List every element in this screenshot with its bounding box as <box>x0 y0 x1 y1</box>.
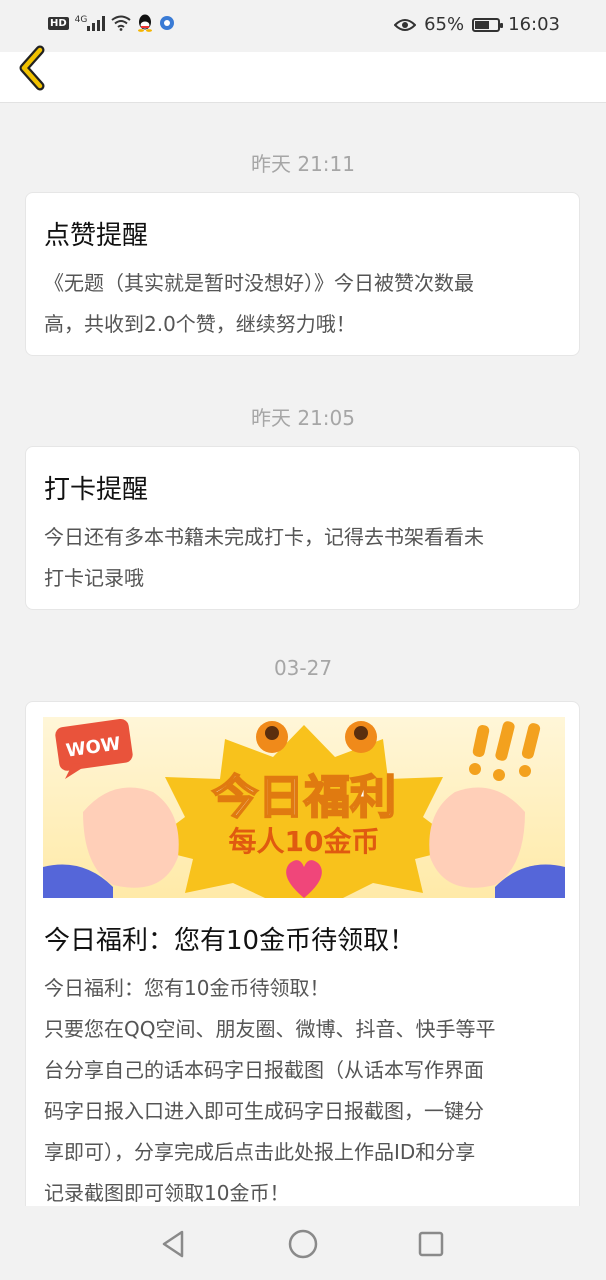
message-time: 昨天 21:11 <box>251 152 355 176</box>
chevron-left-icon[interactable] <box>14 44 50 92</box>
hd-icon: HD <box>48 16 69 30</box>
body-line: 享即可），分享完成后点击此处报上作品ID和分享 <box>44 1140 476 1164</box>
message-title: 打卡提醒 <box>44 475 149 505</box>
body-line: 只要您在QQ空间、朋友圈、微博、抖音、快手等平 <box>44 1017 496 1041</box>
body-line: 打卡记录哦 <box>44 566 144 590</box>
message-body: 《无题（其实就是暂时没想好）》今日被赞次数最 高，共收到2.0个赞，继续努力哦！ <box>44 263 561 345</box>
promo-banner[interactable]: WOW 今日福利 每人10金币 <box>43 717 565 898</box>
signal-type: 4G <box>74 15 88 25</box>
message-card-like-reminder[interactable]: 点赞提醒 《无题（其实就是暂时没想好）》今日被赞次数最 高，共收到2.0个赞，继… <box>25 192 580 356</box>
status-left: HD 4G <box>48 14 175 32</box>
message-title: 点赞提醒 <box>44 221 149 251</box>
clock: 16:03 <box>508 14 560 35</box>
body-line: 高，共收到2.0个赞，继续努力哦！ <box>44 312 356 336</box>
status-right: 65% 16:03 <box>394 14 560 35</box>
battery-icon <box>472 17 504 32</box>
message-time: 03-27 <box>273 656 333 680</box>
home-circle-icon[interactable] <box>285 1226 321 1262</box>
system-nav-bar <box>0 1206 606 1280</box>
body-line: 《无题（其实就是暂时没想好）》今日被赞次数最 <box>44 271 474 295</box>
wifi-icon <box>111 15 131 31</box>
browser-icon <box>160 16 175 30</box>
body-line: 台分享自己的话本码字日报截图（从话本写作界面 <box>44 1058 484 1082</box>
body-line: 今日福利：您有10金币待领取！ <box>44 976 330 1000</box>
message-card-checkin-reminder[interactable]: 打卡提醒 今日还有多本书籍未完成打卡，记得去书架看看未 打卡记录哦 <box>25 446 580 610</box>
banner-headline: 今日福利 <box>212 770 396 824</box>
qq-icon <box>138 14 153 32</box>
banner-subline: 每人10金币 <box>229 825 380 858</box>
battery-percent: 65% <box>424 14 465 35</box>
body-line: 码字日报入口进入即可生成码字日报截图，一键分 <box>44 1099 484 1123</box>
back-triangle-icon[interactable] <box>156 1226 192 1262</box>
message-body: 今日福利：您有10金币待领取！ 只要您在QQ空间、朋友圈、微博、抖音、快手等平 … <box>44 968 561 1214</box>
message-body: 今日还有多本书籍未完成打卡，记得去书架看看未 打卡记录哦 <box>44 517 561 599</box>
banner-illustration: WOW 今日福利 每人10金币 <box>43 718 565 898</box>
status-bar: HD 4G 65% 16:03 <box>0 0 606 52</box>
body-line: 今日还有多本书籍未完成打卡，记得去书架看看未 <box>44 525 484 549</box>
eye-icon <box>394 18 417 31</box>
message-time: 昨天 21:05 <box>251 406 355 430</box>
message-card-daily-bonus[interactable]: WOW 今日福利 每人10金币 今日福利：您有10金币待领取！ 今日福利：您有1… <box>25 701 580 1241</box>
signal-icon: 4G <box>75 15 106 31</box>
message-title: 今日福利：您有10金币待领取！ <box>44 926 416 956</box>
top-bar <box>0 45 606 103</box>
recents-square-icon[interactable] <box>413 1226 449 1262</box>
